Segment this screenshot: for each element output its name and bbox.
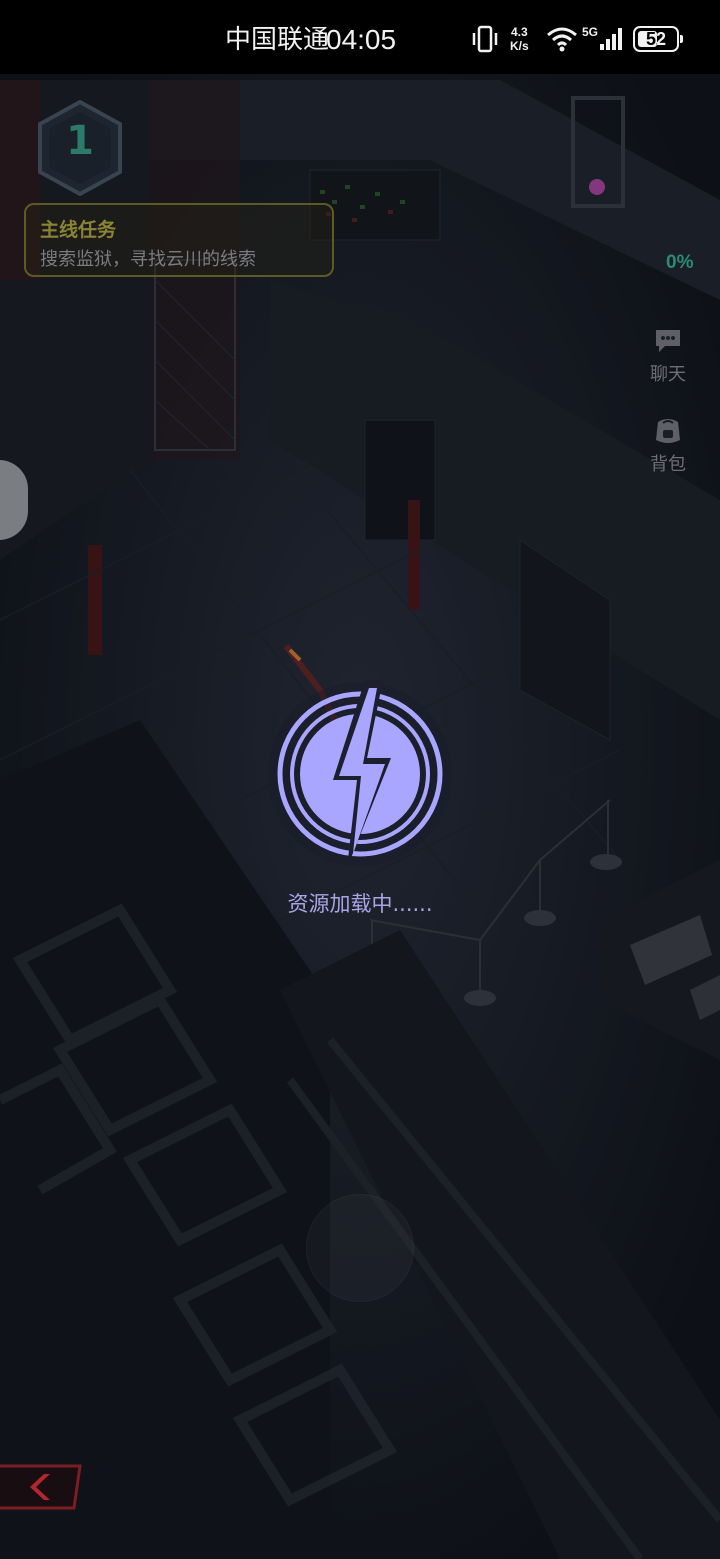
- clock-time: 04:05: [326, 24, 397, 55]
- quest-title: 主线任务: [40, 219, 117, 241]
- network-type: 5G: [582, 25, 599, 39]
- chat-icon: [656, 330, 680, 352]
- backpack-button[interactable]: 背包: [640, 414, 696, 476]
- network-speed-unit: K/s: [510, 39, 529, 53]
- status-bar: 中国联通 04:05 4.3 K/s 5G 52: [0, 0, 720, 74]
- loading-text: 资源加载中......: [287, 892, 433, 916]
- level-number: 1: [66, 118, 94, 164]
- vibrate-icon: [472, 25, 498, 53]
- level-badge[interactable]: 1: [36, 100, 124, 196]
- virtual-joystick[interactable]: [306, 1194, 414, 1302]
- backpack-label: 背包: [650, 454, 686, 475]
- main-quest-panel[interactable]: 主线任务 搜索监狱，寻找云川的线索: [24, 203, 334, 277]
- back-button[interactable]: [0, 1462, 86, 1512]
- progress-percentage: 0%: [666, 252, 694, 273]
- network-speed-value: 4.3: [511, 25, 528, 39]
- chat-label: 聊天: [650, 364, 686, 385]
- wifi-icon: [547, 27, 577, 52]
- network-speed: 4.3 K/s: [510, 25, 529, 53]
- backpack-icon: [656, 419, 680, 443]
- loading-spinner: [268, 680, 452, 868]
- battery-level-text: 52: [645, 29, 667, 49]
- battery-nub: [680, 35, 683, 43]
- battery-icon: 52: [633, 26, 683, 52]
- carrier-name: 中国联通: [225, 25, 330, 55]
- cellular-signal-icon: [600, 28, 622, 50]
- quest-description: 搜索监狱，寻找云川的线索: [40, 249, 256, 270]
- chat-button[interactable]: 聊天: [640, 326, 696, 386]
